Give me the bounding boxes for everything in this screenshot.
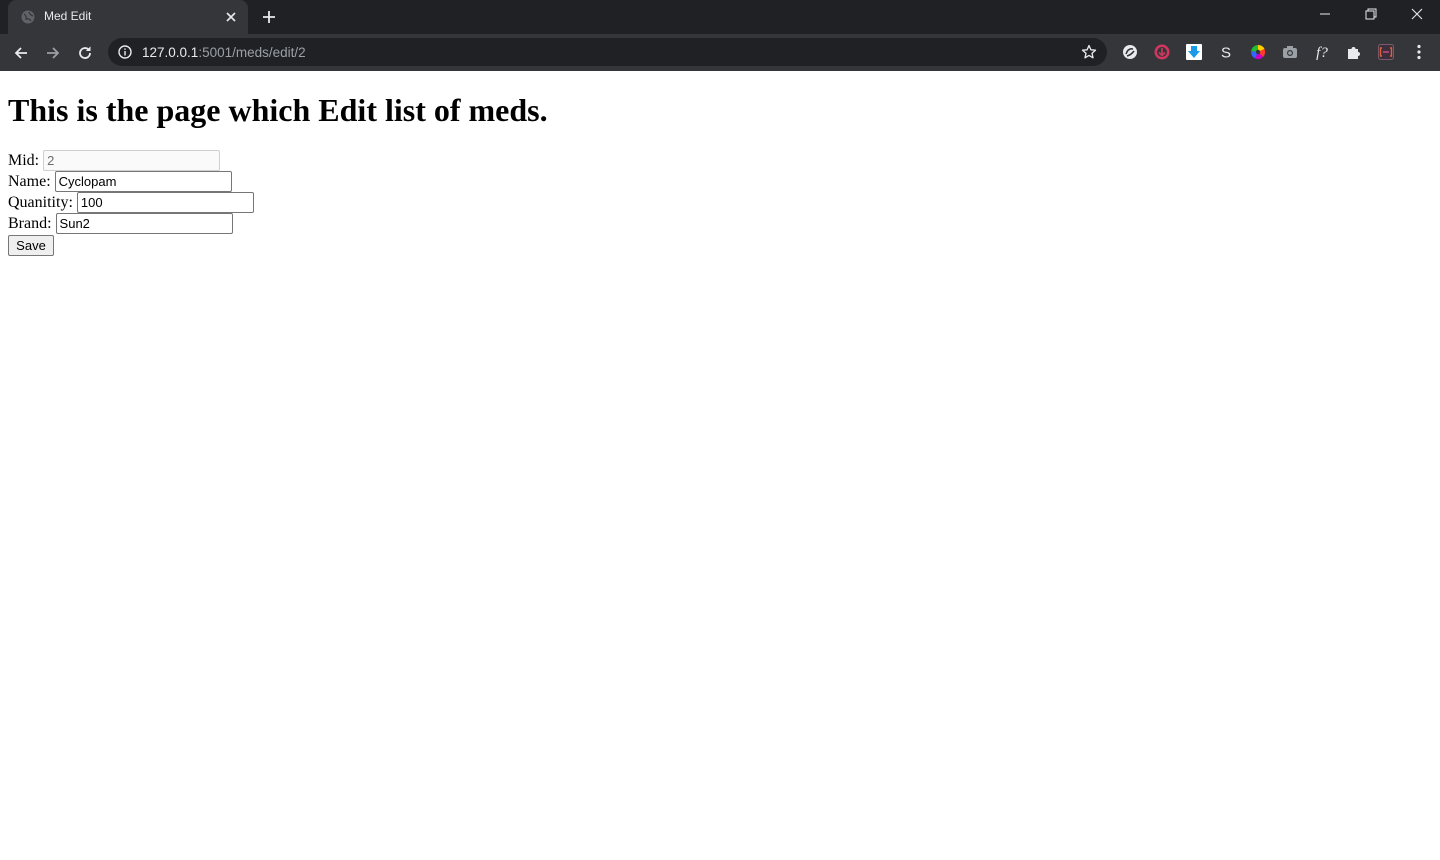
tab-strip: Med Edit — [0, 0, 1440, 34]
quantity-row: Quanitity: — [8, 192, 254, 213]
page-title: This is the page which Edit list of meds… — [8, 92, 548, 128]
new-tab-icon[interactable] — [261, 9, 277, 25]
camera-icon[interactable] — [1281, 43, 1299, 61]
back-icon[interactable] — [8, 40, 34, 66]
brand-label: Brand: — [8, 215, 52, 232]
brand-field[interactable] — [55, 213, 233, 234]
brand-row: Brand: — [8, 213, 233, 234]
quantity-field[interactable] — [76, 192, 254, 213]
minimize-icon[interactable] — [1302, 0, 1348, 30]
tab-title: Med Edit — [44, 9, 92, 23]
color-wheel-icon[interactable] — [1249, 43, 1267, 61]
bookmark-star-icon[interactable] — [1081, 44, 1097, 60]
s-extension-icon[interactable]: S — [1217, 43, 1235, 62]
address-bar[interactable]: 127.0.0.1:5001/meds/edit/2 — [108, 38, 1107, 66]
font-finder-icon[interactable]: f? — [1313, 43, 1331, 61]
globe-icon — [21, 10, 35, 24]
forward-icon[interactable] — [40, 40, 66, 66]
url-host: 127.0.0.1 — [142, 45, 199, 60]
quantity-label: Quanitity: — [8, 194, 73, 211]
name-label: Name: — [8, 173, 51, 190]
name-row: Name: — [8, 171, 232, 192]
svg-text:S: S — [1221, 45, 1231, 62]
more-menu-icon[interactable] — [1410, 43, 1428, 61]
reload-icon[interactable] — [72, 40, 98, 66]
site-info-icon[interactable] — [118, 45, 132, 59]
browser-window: Med Edit 127.0.0.1:5001/meds/edit/2 S f?… — [0, 0, 1440, 860]
page-content: This is the page which Edit list of meds… — [0, 71, 1440, 860]
restore-icon[interactable] — [1348, 0, 1394, 30]
name-field[interactable] — [54, 171, 232, 192]
svg-text:f?: f? — [1316, 45, 1328, 61]
grammar-extension-icon[interactable] — [1121, 43, 1139, 61]
window-close-icon[interactable] — [1394, 0, 1440, 30]
save-button[interactable]: Save — [8, 235, 54, 256]
extensions-puzzle-icon[interactable] — [1345, 43, 1363, 61]
tab-med-edit[interactable]: Med Edit — [8, 0, 248, 34]
url-path: :5001/meds/edit/2 — [198, 45, 306, 60]
mid-field — [43, 150, 221, 171]
mid-label: Mid: — [8, 152, 40, 169]
code-extension-icon[interactable] — [1377, 43, 1395, 61]
mid-row: Mid: — [8, 150, 221, 171]
close-tab-icon[interactable] — [224, 10, 238, 24]
download-helper-icon[interactable] — [1153, 43, 1171, 61]
browser-toolbar: 127.0.0.1:5001/meds/edit/2 S f? — [0, 34, 1440, 71]
download-arrow-icon[interactable] — [1185, 43, 1203, 61]
url-text: 127.0.0.1:5001/meds/edit/2 — [142, 45, 306, 60]
